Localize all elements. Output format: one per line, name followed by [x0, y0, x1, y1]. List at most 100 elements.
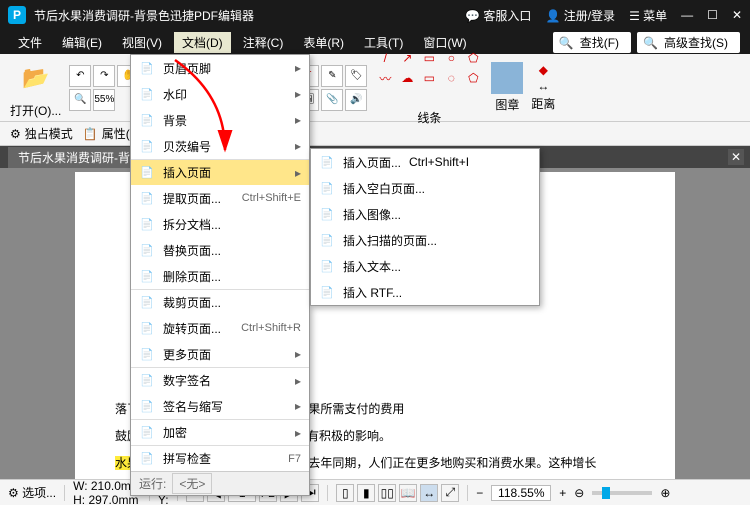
view-cont-icon[interactable]: ▮ — [357, 484, 375, 502]
toolbar: 📂 打开(O)... ↶↷✋▭ 🔍55%📷 ↺↻T✎ ⟲⟳编辑准备 TT✎🏷 🔗… — [0, 54, 750, 122]
submenu-item[interactable]: 📄插入图像... — [311, 201, 539, 227]
menu-item[interactable]: 📄替换页面... — [131, 237, 309, 263]
menu-item[interactable]: 📄水印▸ — [131, 81, 309, 107]
tab-close-icon[interactable]: ✕ — [728, 149, 744, 165]
advanced-find-button[interactable]: 🔍高级查找(S) — [637, 32, 740, 53]
close-button[interactable]: ✕ — [732, 8, 742, 22]
arrow-icon[interactable]: ↗ — [397, 49, 417, 67]
distance-icon[interactable]: ↔ — [537, 79, 549, 93]
menu-item[interactable]: 📄插入页面▸ — [131, 159, 309, 185]
doc-icon: 📄 — [139, 268, 155, 284]
stamp-button[interactable] — [491, 62, 523, 94]
main-menu-link[interactable]: ☰ 菜单 — [629, 7, 667, 24]
dashpoly-icon[interactable]: ⬠ — [463, 69, 483, 87]
dashcircle-icon[interactable]: ◌ — [441, 69, 461, 87]
stamp-label: 图章 — [495, 96, 519, 113]
polygon-icon[interactable]: ⬠ — [463, 49, 483, 67]
options-button[interactable]: ⚙ 选项... — [8, 484, 56, 501]
menu-item[interactable]: 📄数字签名▸ — [131, 367, 309, 393]
zoom-slider[interactable] — [592, 491, 652, 495]
zoom-value[interactable]: 55% — [93, 89, 115, 111]
line-icon[interactable]: / — [375, 49, 395, 67]
redo-icon[interactable]: ↷ — [93, 65, 115, 87]
submenu-item[interactable]: 📄插入文本... — [311, 253, 539, 279]
doc-icon: 📄 — [139, 451, 155, 467]
app-logo-icon: P — [8, 6, 26, 24]
open-label: 打开(O)... — [10, 102, 61, 119]
zoom-plus-icon[interactable]: ⊕ — [660, 486, 670, 500]
cloud-icon[interactable]: ☁ — [397, 69, 417, 87]
menu-item-label: 加密 — [163, 424, 287, 441]
submenu-item-label: 插入图像... — [343, 206, 401, 223]
doc-icon: 📄 — [139, 112, 155, 128]
fit-width-icon[interactable]: ↔ — [420, 484, 438, 502]
menu-item[interactable]: 📄旋转页面...Ctrl+Shift+R — [131, 315, 309, 341]
rect-icon[interactable]: ▭ — [419, 49, 439, 67]
menu-item[interactable]: 📄拼写检查F7 — [131, 445, 309, 471]
menu-item[interactable]: 📄拆分文档... — [131, 211, 309, 237]
minimize-button[interactable]: — — [681, 8, 693, 22]
shortcut: Ctrl+Shift+E — [242, 192, 301, 204]
zoom-out-icon[interactable]: − — [476, 486, 483, 500]
attach-icon[interactable]: 📎 — [321, 89, 343, 111]
status-bar: ⚙ 选项... W: 210.0mmH: 297.0mm X:Y: ⏮◀ / 2… — [0, 479, 750, 505]
menu-item-label: 提取页面... — [163, 190, 234, 207]
doc-icon: 📄 — [139, 190, 155, 206]
menu-item[interactable]: 📄签名与缩写▸ — [131, 393, 309, 419]
document-menu-dropdown: 📄页眉页脚▸📄水印▸📄背景▸📄贝茨编号▸📄插入页面▸📄提取页面...Ctrl+S… — [130, 54, 310, 496]
submenu-item[interactable]: 📄插入页面...Ctrl+Shift+I — [311, 149, 539, 175]
menu-item[interactable]: 📄 提取页面... Ctrl+Shift+E — [131, 185, 309, 211]
menu-item[interactable]: 📄裁剪页面... — [131, 289, 309, 315]
menu-comment[interactable]: 注释(C) — [235, 32, 292, 53]
menu-item[interactable]: 📄加密▸ — [131, 419, 309, 445]
run-row[interactable]: 运行: <无> — [131, 471, 309, 495]
submenu-arrow-icon: ▸ — [295, 347, 301, 361]
menu-item[interactable]: 📄背景▸ — [131, 107, 309, 133]
submenu-item[interactable]: 📄插入空白页面... — [311, 175, 539, 201]
submenu-item[interactable]: 📄插入扫描的页面... — [311, 227, 539, 253]
stamp-icon[interactable]: 🏷 — [345, 65, 367, 87]
menu-item[interactable]: 📄页眉页脚▸ — [131, 55, 309, 81]
zoom-minus-icon[interactable]: ⊖ — [574, 486, 584, 500]
menu-view[interactable]: 视图(V) — [114, 32, 170, 53]
insert-icon: 📄 — [319, 232, 335, 248]
doc-icon: 📄 — [139, 346, 155, 362]
login-link[interactable]: 👤 注册/登录 — [545, 7, 615, 24]
maximize-button[interactable]: ☐ — [707, 8, 718, 22]
zoomin-icon[interactable]: 🔍 — [69, 89, 91, 111]
menu-item-label: 数字签名 — [163, 372, 287, 389]
polyline-icon[interactable]: 〰 — [375, 69, 395, 87]
fit-page-icon[interactable]: ⤢ — [441, 484, 459, 502]
menu-edit[interactable]: 编辑(E) — [54, 32, 110, 53]
undo-icon[interactable]: ↶ — [69, 65, 91, 87]
menu-item-label: 裁剪页面... — [163, 294, 301, 311]
highlight-icon[interactable]: ✎ — [321, 65, 343, 87]
submenu-item[interactable]: 📄插入 RTF... — [311, 279, 539, 305]
menu-item-label: 贝茨编号 — [163, 138, 287, 155]
circle-icon[interactable]: ○ — [441, 49, 461, 67]
view-facing-icon[interactable]: ▯▯ — [378, 484, 396, 502]
support-link[interactable]: 💬 客服入口 — [465, 7, 531, 24]
eraser-icon[interactable]: ◆ — [539, 63, 548, 77]
menu-item[interactable]: 📄贝茨编号▸ — [131, 133, 309, 159]
submenu-arrow-icon: ▸ — [295, 113, 301, 127]
independent-mode[interactable]: ⚙ 独占模式 — [10, 125, 73, 142]
insert-icon: 📄 — [319, 154, 335, 170]
menu-item[interactable]: 📄更多页面▸ — [131, 341, 309, 367]
view-single-icon[interactable]: ▯ — [336, 484, 354, 502]
menu-document[interactable]: 文档(D) — [174, 32, 231, 53]
menu-item[interactable]: 📄删除页面... — [131, 263, 309, 289]
menu-form[interactable]: 表单(R) — [295, 32, 352, 53]
lines-label: 线条 — [417, 109, 441, 126]
doc-icon: 📄 — [139, 216, 155, 232]
zoom-in-icon[interactable]: + — [559, 486, 566, 500]
submenu-arrow-icon: ▸ — [295, 139, 301, 153]
zoom-input[interactable] — [491, 485, 551, 501]
dashrect-icon[interactable]: ▭ — [419, 69, 439, 87]
sound-icon[interactable]: 🔊 — [345, 89, 367, 111]
view-book-icon[interactable]: 📖 — [399, 484, 417, 502]
menu-file[interactable]: 文件 — [10, 32, 50, 53]
open-button[interactable]: 📂 — [14, 56, 58, 100]
find-button[interactable]: 🔍查找(F) — [553, 32, 631, 53]
submenu-item-label: 插入 RTF... — [343, 284, 402, 301]
